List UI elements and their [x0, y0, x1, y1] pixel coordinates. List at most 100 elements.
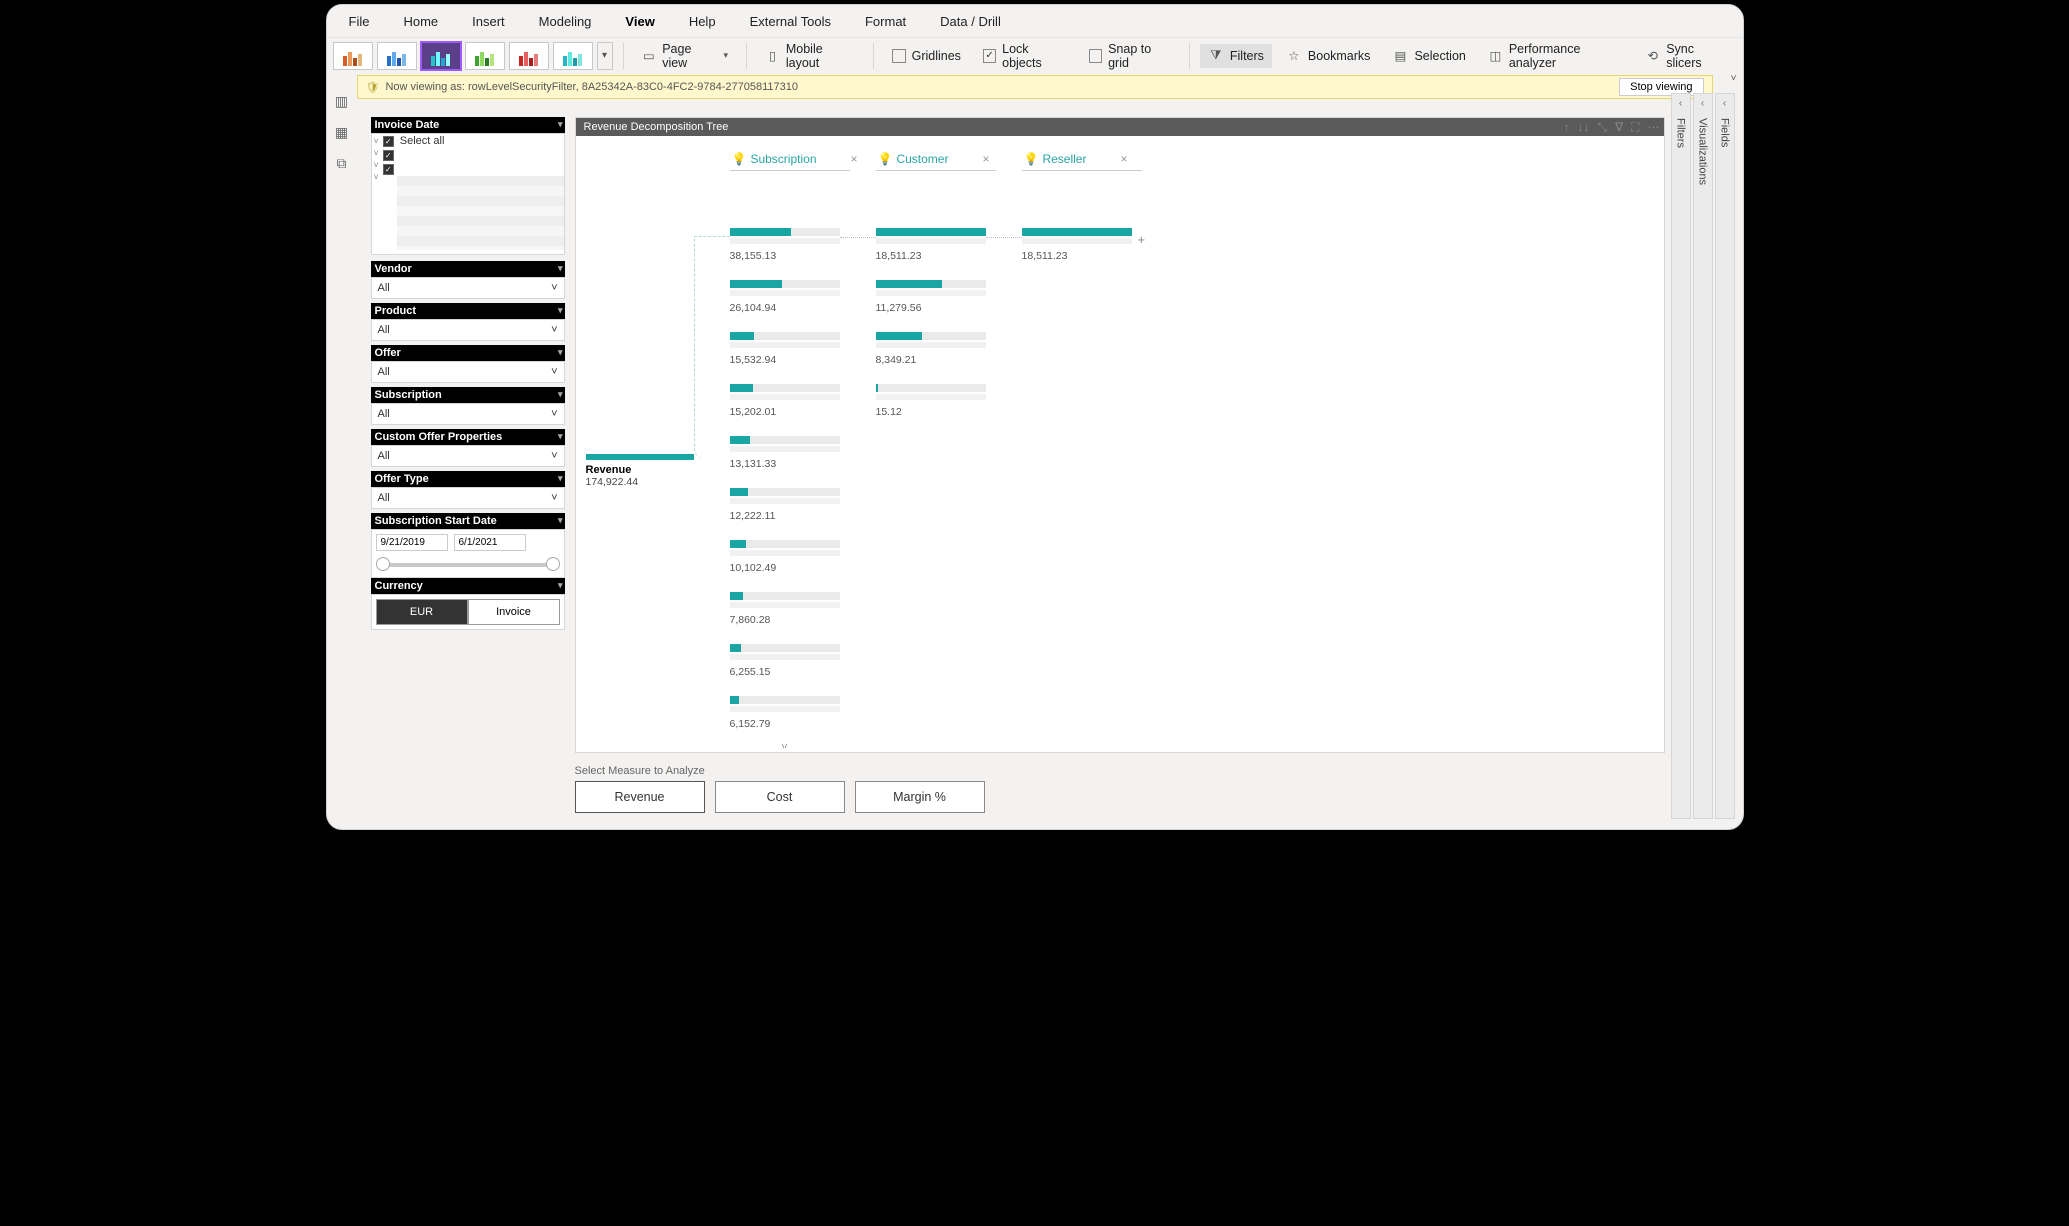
snap-to-grid-toggle[interactable]: Snap to grid: [1081, 38, 1179, 74]
slicer-offer[interactable]: All˅: [371, 361, 565, 383]
tree-node[interactable]: 10,102.49: [730, 540, 870, 574]
tree-node[interactable]: 26,104.94: [730, 280, 870, 314]
theme-thumb-4[interactable]: [465, 42, 505, 70]
sync-slicers-button[interactable]: ⟲ Sync slicers: [1637, 38, 1736, 74]
model-view-icon[interactable]: ⧉: [337, 155, 347, 172]
slicer-currency: EUR Invoice: [371, 594, 565, 630]
selection-label: Selection: [1414, 49, 1465, 63]
expand-icon[interactable]: ⤡: [1597, 120, 1607, 135]
bookmarks-button[interactable]: ☆ Bookmarks: [1278, 44, 1379, 68]
ribbon-collapse-icon[interactable]: ˅: [1731, 73, 1737, 84]
tree-node[interactable]: 13,131.33: [730, 436, 870, 470]
tree-area: 💡 Subscription × 💡 Customer × 💡 Reseller…: [576, 136, 1664, 748]
menu-external-tools[interactable]: External Tools: [742, 10, 839, 33]
tree-node[interactable]: 6,152.79: [730, 696, 870, 730]
tree-node[interactable]: 15,202.01: [730, 384, 870, 418]
lock-objects-toggle[interactable]: Lock objects: [975, 38, 1075, 74]
level-header-reseller[interactable]: 💡 Reseller ×: [1022, 150, 1142, 171]
report-view-icon[interactable]: ▥: [335, 93, 348, 110]
measure-revenue-button[interactable]: Revenue: [575, 781, 705, 813]
chevron-down-icon: ˅: [551, 408, 557, 420]
data-view-icon[interactable]: ▦: [335, 124, 348, 141]
level-header-subscription[interactable]: 💡 Subscription ×: [730, 150, 850, 171]
tree-node[interactable]: 15.12: [876, 384, 1016, 418]
slicer-panel: Invoice Date▾ ˅˅˅˅ ✓Select all ✓x ✓x Ven…: [371, 117, 565, 630]
tree-node[interactable]: 15,532.94: [730, 332, 870, 366]
performance-analyzer-button[interactable]: ◫ Performance analyzer: [1480, 38, 1631, 74]
filters-pane-button[interactable]: ⧩ Filters: [1200, 44, 1272, 68]
mobile-layout-button[interactable]: ▯ Mobile layout: [757, 38, 863, 74]
decomposition-tree-visual[interactable]: Revenue Decomposition Tree ↑ ↓↓ ⤡ ∇ ⛶ ⋯ …: [575, 117, 1665, 753]
slider-knob-left[interactable]: [376, 557, 390, 571]
slicer-product[interactable]: All˅: [371, 319, 565, 341]
drill-down-icon[interactable]: ↓↓: [1577, 120, 1589, 135]
chevron-down-icon: ˅: [551, 492, 557, 504]
measure-cost-button[interactable]: Cost: [715, 781, 845, 813]
theme-dropdown[interactable]: ▾: [597, 42, 613, 70]
rls-info-text: Now viewing as: rowLevelSecurityFilter, …: [385, 81, 798, 93]
theme-thumb-1[interactable]: [333, 42, 373, 70]
perf-label: Performance analyzer: [1509, 42, 1623, 70]
menu-file[interactable]: File: [341, 10, 378, 33]
menu-format[interactable]: Format: [857, 10, 914, 33]
tree-node[interactable]: 18,511.23: [1022, 228, 1162, 262]
report-canvas: Invoice Date▾ ˅˅˅˅ ✓Select all ✓x ✓x Ven…: [357, 117, 1665, 813]
date-from-input[interactable]: [376, 534, 448, 551]
filter-icon[interactable]: ∇: [1615, 120, 1623, 135]
tree-root[interactable]: Revenue 174,922.44: [586, 454, 694, 488]
shield-icon: 🛡: [366, 81, 380, 94]
currency-eur-button[interactable]: EUR: [376, 599, 468, 625]
filters-rail[interactable]: ‹ Filters: [1671, 93, 1691, 819]
tree-node[interactable]: 8,349.21: [876, 332, 1016, 366]
focus-icon[interactable]: ⛶: [1631, 120, 1639, 135]
visualizations-rail-label: Visualizations: [1697, 118, 1709, 185]
menu-help[interactable]: Help: [681, 10, 724, 33]
menu-insert[interactable]: Insert: [464, 10, 513, 33]
menu-home[interactable]: Home: [395, 10, 446, 33]
theme-thumb-2[interactable]: [377, 42, 417, 70]
tree-node[interactable]: 12,222.11: [730, 488, 870, 522]
tree-node[interactable]: 6,255.15: [730, 644, 870, 678]
theme-thumb-6[interactable]: [553, 42, 593, 70]
level-header-customer[interactable]: 💡 Customer ×: [876, 150, 996, 171]
visualizations-rail[interactable]: ‹ Visualizations: [1693, 93, 1713, 819]
menu-view[interactable]: View: [617, 10, 662, 33]
slider-knob-right[interactable]: [546, 557, 560, 571]
lock-objects-label: Lock objects: [1002, 42, 1067, 70]
page-view-button[interactable]: ▭ Page view ▾: [633, 38, 736, 74]
slicer-offer-type[interactable]: All˅: [371, 487, 565, 509]
date-to-input[interactable]: [454, 534, 526, 551]
date-range-slider[interactable]: [380, 563, 556, 567]
theme-thumb-3[interactable]: [421, 42, 461, 70]
node-value: 7,860.28: [730, 614, 870, 626]
gridlines-toggle[interactable]: Gridlines: [884, 45, 969, 67]
tree-node[interactable]: 18,511.23: [876, 228, 1016, 262]
snap-label: Snap to grid: [1108, 42, 1171, 70]
slicer-vendor[interactable]: All˅: [371, 277, 565, 299]
sync-icon: ⟲: [1645, 48, 1660, 64]
drill-up-icon[interactable]: ↑: [1563, 120, 1569, 135]
tree-node[interactable]: 38,155.13: [730, 228, 870, 262]
menu-data-drill[interactable]: Data / Drill: [932, 10, 1009, 33]
fields-rail[interactable]: ‹ Fields: [1715, 93, 1735, 819]
theme-thumb-5[interactable]: [509, 42, 549, 70]
slicer-sub-start[interactable]: [371, 529, 565, 578]
currency-invoice-button[interactable]: Invoice: [468, 599, 560, 625]
tree-node[interactable]: 7,860.28: [730, 592, 870, 626]
tree-node[interactable]: 11,279.56: [876, 280, 1016, 314]
lightbulb-icon: 💡: [878, 152, 893, 166]
measure-margin-button[interactable]: Margin %: [855, 781, 985, 813]
close-icon[interactable]: ×: [851, 152, 858, 166]
menu-modeling[interactable]: Modeling: [531, 10, 600, 33]
close-icon[interactable]: ×: [1120, 152, 1127, 166]
close-icon[interactable]: ×: [982, 152, 989, 166]
slicer-custom-offer[interactable]: All˅: [371, 445, 565, 467]
slicer-invoice-date[interactable]: ˅˅˅˅ ✓Select all ✓x ✓x: [371, 133, 565, 255]
stop-viewing-button[interactable]: Stop viewing: [1619, 78, 1703, 96]
more-icon[interactable]: ⋯: [1648, 120, 1660, 135]
selection-pane-button[interactable]: ▤ Selection: [1384, 44, 1473, 68]
root-label: Revenue: [586, 464, 694, 476]
slicer-invoice-date-header: Invoice Date▾: [371, 117, 565, 133]
slicer-subscription[interactable]: All˅: [371, 403, 565, 425]
chevron-down-icon[interactable]: ˅: [730, 742, 840, 748]
